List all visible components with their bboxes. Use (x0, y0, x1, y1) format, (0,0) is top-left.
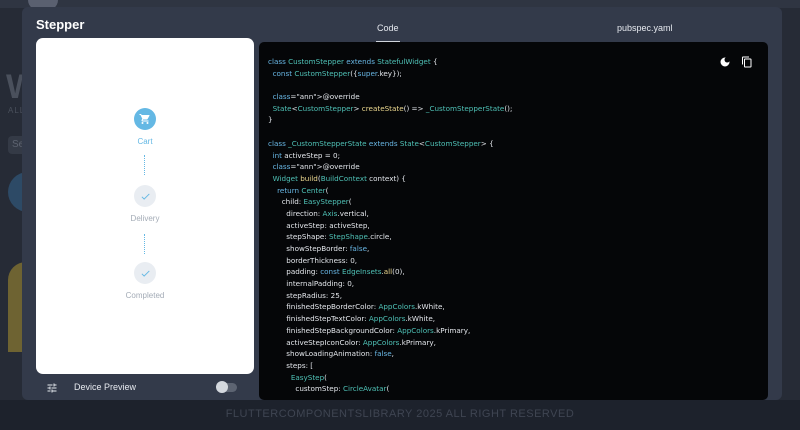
step-cart-circle (134, 108, 156, 130)
code-line: return Center( (277, 185, 329, 195)
dark-mode-icon[interactable] (719, 56, 731, 68)
code-line: State<CustomStepper> createState() => _C… (272, 103, 513, 113)
stepper-preview: Cart Delivery Completed (36, 38, 254, 374)
check-icon (141, 193, 150, 200)
code-panel: class CustomStepper extends StatefulWidg… (259, 42, 768, 400)
code-line: direction: Axis.vertical, (268, 208, 369, 218)
code-line: child: EasyStepper( (268, 197, 352, 207)
code-line: activeStepIconColor: AppColors.kPrimary, (268, 337, 436, 347)
code-line: ​ (268, 126, 512, 138)
step-delivery-circle (134, 185, 156, 207)
code-line: Widget build(BuildContext context) { (272, 173, 406, 183)
check-icon (141, 270, 150, 277)
code-line: class="ann">@override (272, 162, 360, 172)
component-modal: Stepper Code pubspec.yaml Cart Delivery … (22, 7, 782, 400)
code-line: const CustomStepper({super.key}); (272, 68, 402, 78)
modal-title: Stepper (36, 17, 85, 32)
code-line: activeStep: activeStep, (268, 220, 370, 230)
stepper: Cart Delivery Completed (36, 38, 254, 374)
step-completed-circle (134, 262, 156, 284)
code-line: } (268, 115, 273, 125)
code-line: stepShape: StepShape.circle, (268, 232, 392, 242)
code-line: stepRadius: 25, (268, 290, 343, 300)
copy-icon[interactable] (741, 55, 753, 69)
step-label: Delivery (130, 214, 160, 223)
step-connector (144, 234, 145, 254)
code-block[interactable]: class CustomStepper extends StatefulWidg… (268, 56, 512, 395)
code-line: steps: [ (268, 360, 314, 370)
step-label: Completed (125, 291, 165, 300)
tune-icon[interactable] (46, 382, 58, 394)
device-preview-toggle[interactable] (216, 381, 237, 393)
code-line: finishedStepBorderColor: AppColors.kWhit… (268, 302, 445, 312)
code-line: padding: const EdgeInsets.all(0), (268, 267, 405, 277)
step-connector (144, 155, 145, 175)
tab-pubspec[interactable]: pubspec.yaml (617, 23, 673, 33)
code-line: finishedStepBackgroundColor: AppColors.k… (268, 325, 471, 335)
code-line: showLoadingAnimation: false, (268, 349, 394, 359)
code-line: customStep: CircleAvatar( (268, 384, 390, 394)
code-line: ​ (268, 79, 512, 91)
toggle-knob (216, 381, 228, 393)
code-line: EasyStep( (290, 372, 327, 382)
code-line: borderThickness: 0, (268, 255, 358, 265)
code-line: finishedStepTextColor: AppColors.kWhite, (268, 314, 436, 324)
device-preview-bar: Device Preview (36, 376, 254, 400)
code-line: class CustomStepper extends StatefulWidg… (268, 57, 438, 66)
code-line: class="ann">@override (272, 92, 360, 102)
code-line: int activeStep = 0; (272, 150, 341, 160)
step-label: Cart (137, 137, 153, 146)
tab-code[interactable]: Code (376, 23, 400, 43)
code-line: internalPadding: 0, (268, 279, 355, 289)
cart-icon (139, 114, 150, 124)
background-footer-text: FLUTTERCOMPONENTSLIBRARY 2025 ALL RIGHT … (225, 408, 575, 420)
device-preview-label: Device Preview (74, 382, 137, 392)
code-line: showStepBorder: false, (268, 244, 370, 253)
code-line: class _CustomStepperState extends State<… (268, 138, 494, 148)
